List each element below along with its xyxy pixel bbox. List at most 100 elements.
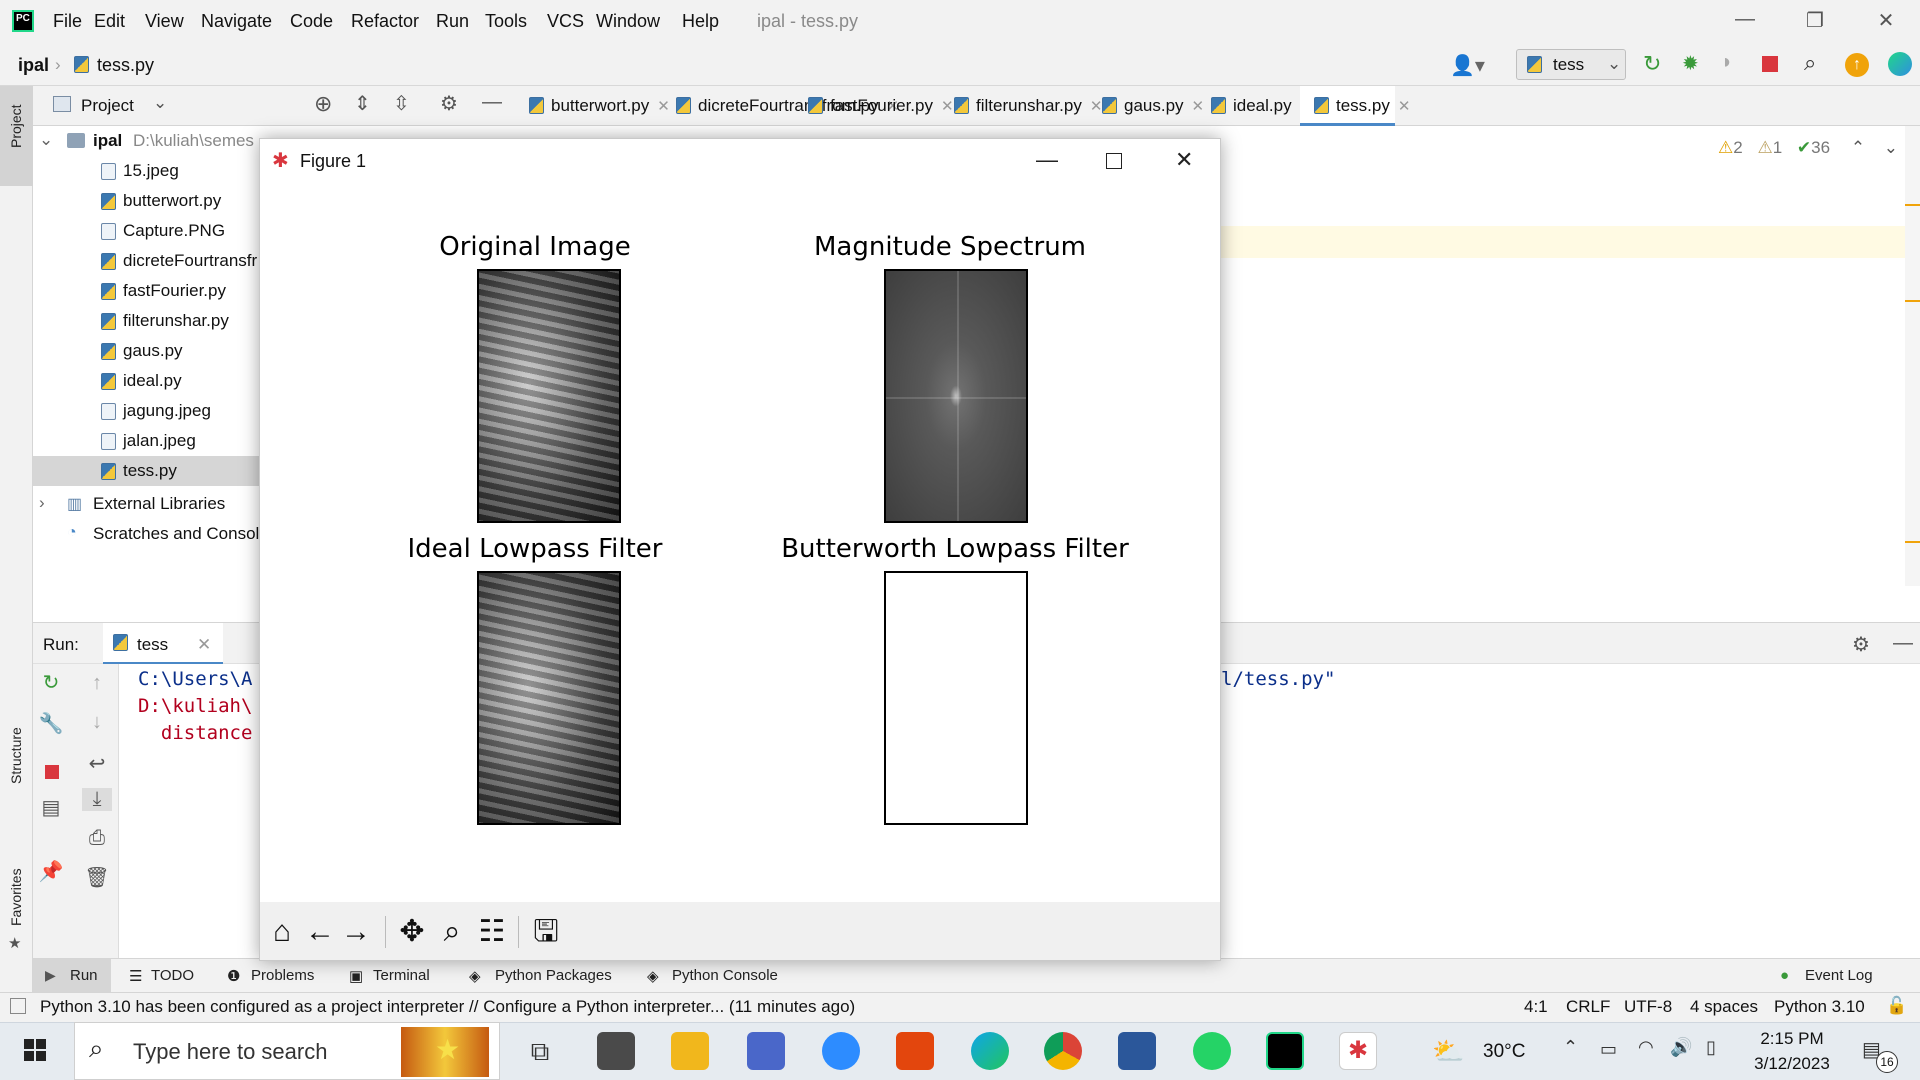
- back-icon[interactable]: ←: [302, 914, 338, 950]
- tree-scratches[interactable]: ◔ Scratches and Consol: [33, 519, 260, 549]
- edge-browser-icon[interactable]: [971, 1032, 1009, 1070]
- tree-file-item[interactable]: butterwort.py: [33, 186, 260, 216]
- menu-refactor[interactable]: Refactor: [351, 11, 419, 32]
- indent-setting[interactable]: 4 spaces: [1690, 997, 1758, 1017]
- zoom-icon[interactable]: ⌕: [434, 914, 470, 950]
- tree-file-item[interactable]: jagung.jpeg: [33, 396, 260, 426]
- tree-file-item[interactable]: filterunshar.py: [33, 306, 260, 336]
- task-view-icon[interactable]: ⧉: [521, 1032, 559, 1070]
- panel-toggle-icon[interactable]: [10, 998, 26, 1014]
- matplotlib-taskbar-icon[interactable]: ✱: [1339, 1032, 1377, 1070]
- figure-title-bar[interactable]: ✱ Figure 1 — ✕: [260, 139, 1220, 184]
- editor-app-icon[interactable]: [747, 1032, 785, 1070]
- editor-tab[interactable]: filterunshar.py ✕: [940, 86, 1102, 126]
- menu-run[interactable]: Run: [436, 11, 469, 32]
- jetbrains-icon[interactable]: [1888, 52, 1912, 76]
- update-icon[interactable]: ↑: [1845, 53, 1869, 77]
- windows-start-icon[interactable]: [24, 1039, 46, 1061]
- collapse-all-icon[interactable]: ⇳: [393, 91, 410, 116]
- close-tab-icon[interactable]: ✕: [197, 635, 211, 655]
- tree-file-item[interactable]: ideal.py: [33, 366, 260, 396]
- wifi-icon[interactable]: ◠: [1638, 1037, 1654, 1058]
- close-icon[interactable]: ✕: [1866, 8, 1906, 33]
- editor-tab[interactable]: tess.py ✕: [1300, 86, 1410, 126]
- stop-icon[interactable]: [1762, 56, 1778, 72]
- editor-tab[interactable]: ideal.py✕: [1197, 86, 1312, 126]
- tree-file-item[interactable]: tess.py: [33, 456, 260, 486]
- rerun-icon[interactable]: ↻: [36, 670, 66, 695]
- office-app-icon[interactable]: [896, 1032, 934, 1070]
- user-icon[interactable]: 👤▾: [1450, 53, 1485, 78]
- arrow-down-icon[interactable]: ↓: [82, 711, 112, 734]
- pin-icon[interactable]: 📌: [36, 859, 66, 884]
- gear-icon[interactable]: ⚙: [1852, 632, 1870, 657]
- tree-file-item[interactable]: 15.jpeg: [33, 156, 260, 186]
- tree-file-item[interactable]: jalan.jpeg: [33, 426, 260, 456]
- breadcrumb-project[interactable]: ipal: [18, 55, 49, 76]
- run-tool-tab[interactable]: ▶ Run: [33, 959, 111, 993]
- soft-wrap-icon[interactable]: ↩: [82, 751, 112, 776]
- chevron-down-icon[interactable]: ⌄: [153, 93, 167, 113]
- warning-marker[interactable]: [1905, 300, 1920, 302]
- print-icon[interactable]: ⎙: [82, 827, 112, 850]
- battery-icon[interactable]: ▭: [1600, 1039, 1617, 1060]
- meet-now-icon[interactable]: ▯: [1706, 1037, 1716, 1058]
- menu-window[interactable]: Window: [596, 11, 660, 32]
- line-separator[interactable]: CRLF: [1566, 997, 1610, 1017]
- tree-file-item[interactable]: dicreteFourtransfr: [33, 246, 260, 276]
- locate-icon[interactable]: ⊕: [314, 91, 332, 117]
- gear-icon[interactable]: ⚙: [440, 91, 458, 116]
- tree-file-item[interactable]: gaus.py: [33, 336, 260, 366]
- menu-code[interactable]: Code: [290, 11, 333, 32]
- menu-edit[interactable]: Edit: [94, 11, 125, 32]
- whatsapp-icon[interactable]: [1193, 1032, 1231, 1070]
- figure-window[interactable]: ✱ Figure 1 — ✕ Original Image Magnitude …: [259, 138, 1221, 961]
- cursor-position[interactable]: 4:1: [1524, 997, 1548, 1017]
- todo-tab[interactable]: TODO: [151, 967, 194, 984]
- minimize-icon[interactable]: —: [1036, 147, 1058, 173]
- menu-vcs[interactable]: VCS: [547, 11, 584, 32]
- breadcrumb-file[interactable]: tess.py: [97, 55, 154, 76]
- interpreter-setting[interactable]: Python 3.10: [1774, 997, 1865, 1017]
- menu-tools[interactable]: Tools: [485, 11, 527, 32]
- event-log-tab[interactable]: Event Log: [1805, 967, 1873, 984]
- warning-marker[interactable]: [1905, 204, 1920, 206]
- zoom-app-icon[interactable]: [822, 1032, 860, 1070]
- debug-icon[interactable]: ✹: [1682, 51, 1699, 76]
- chevron-up-icon[interactable]: ⌃: [1851, 138, 1865, 157]
- expand-all-icon[interactable]: ⇕: [354, 91, 371, 116]
- chevron-right-icon[interactable]: ›: [39, 493, 45, 513]
- menu-file[interactable]: File: [53, 11, 82, 32]
- coverage-icon[interactable]: ◗: [1721, 51, 1733, 74]
- trash-icon[interactable]: 🗑: [82, 865, 112, 890]
- python-packages-tab[interactable]: Python Packages: [495, 967, 612, 984]
- editor-scrollbar[interactable]: [1905, 126, 1920, 586]
- scroll-to-end-icon[interactable]: ⤓: [82, 788, 112, 811]
- terminal-tab[interactable]: Terminal: [373, 967, 430, 984]
- forward-icon[interactable]: →: [338, 914, 374, 950]
- project-panel-title[interactable]: Project: [81, 96, 134, 116]
- lock-icon[interactable]: 🔓: [1886, 996, 1907, 1016]
- run-config-selector[interactable]: tess ⌄: [1516, 49, 1626, 80]
- hide-panel-icon[interactable]: —: [482, 91, 502, 114]
- editor-tab[interactable]: dicreteFourtransfrom.py ✕: [662, 86, 899, 126]
- volume-icon[interactable]: 🔊: [1670, 1037, 1692, 1058]
- mail-app-icon[interactable]: [597, 1032, 635, 1070]
- editor-tab[interactable]: fastFourier.py ✕: [794, 86, 954, 126]
- file-encoding[interactable]: UTF-8: [1624, 997, 1672, 1017]
- favorites-tool-button[interactable]: Favorites ★: [0, 846, 33, 956]
- menu-view[interactable]: View: [145, 11, 184, 32]
- rerun-icon[interactable]: ↻: [1643, 51, 1661, 77]
- structure-tool-button[interactable]: Structure: [0, 706, 33, 816]
- editor-tab[interactable]: gaus.py ✕: [1088, 86, 1204, 126]
- maximize-icon[interactable]: [1106, 153, 1122, 169]
- restore-icon[interactable]: ❐: [1795, 8, 1835, 33]
- status-message[interactable]: Python 3.10 has been configured as a pro…: [40, 997, 855, 1017]
- run-tab-tess[interactable]: tess ✕: [103, 623, 223, 665]
- chevron-down-icon[interactable]: ⌄: [39, 130, 53, 150]
- weather-temperature[interactable]: 30°C: [1483, 1041, 1525, 1063]
- editor-tab[interactable]: butterwort.py ✕: [515, 86, 670, 126]
- inspection-widget[interactable]: ⚠2 ⚠1 ✔36 ⌃ ⌄: [1718, 138, 1898, 158]
- arrow-up-icon[interactable]: ↑: [82, 672, 112, 695]
- close-tab-icon[interactable]: ✕: [1398, 98, 1411, 115]
